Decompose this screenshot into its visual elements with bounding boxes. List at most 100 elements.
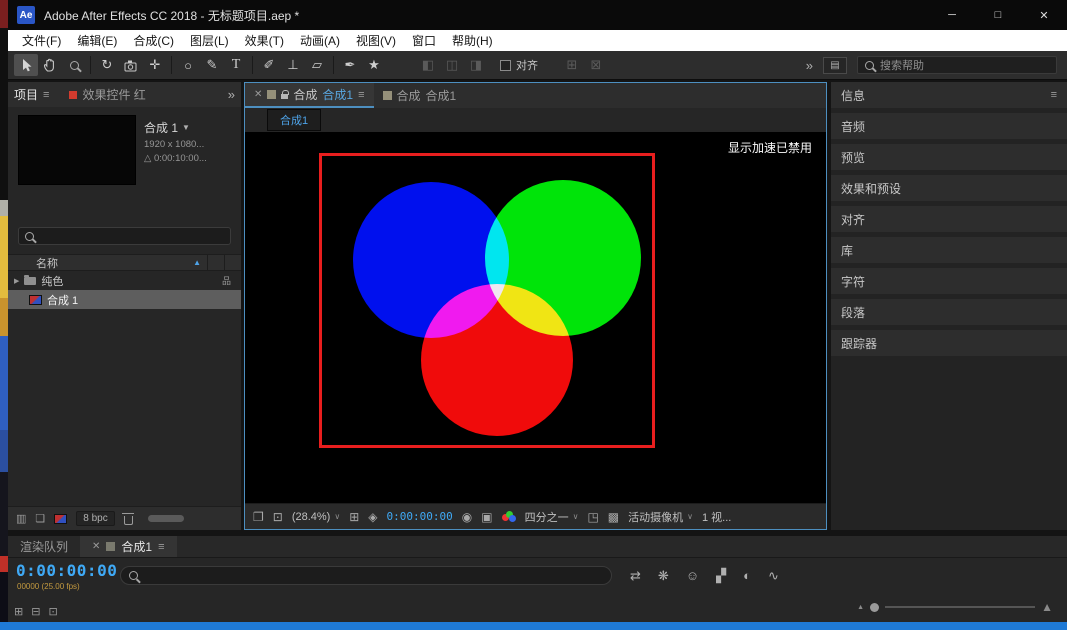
comp-viewer-tab-secondary[interactable]: 合成 合成1	[374, 83, 466, 108]
panel-tab-audio[interactable]: 音频	[831, 113, 1067, 139]
graph-editor-icon[interactable]: ∿	[768, 568, 779, 584]
snap-option-icon-2[interactable]: ⊠	[584, 54, 608, 76]
panel-tab-info[interactable]: 信息 ≡	[831, 82, 1067, 108]
comp-viewer-tab-active[interactable]: ✕ 合成 合成1 ≡	[245, 83, 374, 108]
lock-icon[interactable]	[281, 90, 290, 99]
brush-tool[interactable]: ✐	[257, 54, 281, 76]
draft-3d-icon[interactable]: ❋	[658, 568, 669, 584]
menu-item-animation[interactable]: 动画(A)	[292, 32, 348, 49]
panel-tab-preview[interactable]: 预览	[831, 144, 1067, 170]
world-axis-mode-icon[interactable]: ◫	[440, 54, 464, 76]
panel-menu-icon[interactable]: ≡	[43, 89, 49, 101]
menu-item-view[interactable]: 视图(V)	[348, 32, 404, 49]
always-preview-icon[interactable]: ❐	[253, 510, 264, 524]
panel-tab-character[interactable]: 字符	[831, 268, 1067, 294]
project-table-header[interactable]: 名称 ▲	[8, 254, 241, 271]
comp-current-time[interactable]: 0:00:00:00	[387, 510, 453, 523]
snapshot-icon[interactable]: ◉	[462, 510, 472, 524]
menu-item-layer[interactable]: 图层(L)	[182, 32, 237, 49]
expand-transfer-controls-icon[interactable]: ⊟	[31, 605, 40, 618]
current-time-display[interactable]: 0:00:00:00	[16, 561, 117, 580]
transparency-grid-icon[interactable]: ▩	[608, 510, 619, 524]
show-snapshot-icon[interactable]: ▣	[481, 510, 492, 524]
close-button[interactable]: ✕	[1021, 0, 1067, 30]
menu-item-help[interactable]: 帮助(H)	[444, 32, 501, 49]
panel-tab-align[interactable]: 对齐	[831, 206, 1067, 232]
close-icon[interactable]: ✕	[92, 541, 100, 552]
shape-tool[interactable]: ○	[176, 54, 200, 76]
snap-option-icon-1[interactable]: ⊞	[560, 54, 584, 76]
view-layout-dropdown[interactable]: 1 视...	[702, 509, 731, 525]
panel-tab-effects-presets[interactable]: 效果和预设	[831, 175, 1067, 201]
tab-render-queue[interactable]: 渲染队列	[8, 536, 80, 557]
preview-comp-selector[interactable]: 合成 1 ▼	[144, 119, 207, 136]
show-channel-icon[interactable]	[501, 510, 516, 523]
maximize-button[interactable]: □	[975, 0, 1021, 30]
close-icon[interactable]: ✕	[254, 89, 262, 100]
zoom-slider-track[interactable]	[885, 606, 1036, 608]
expand-arrow-icon[interactable]: ▶	[14, 277, 19, 285]
toolbar-overflow-chevron[interactable]: »	[806, 58, 813, 73]
roto-brush-tool[interactable]: ✒	[338, 54, 362, 76]
roi-icon[interactable]: ◳	[587, 510, 598, 524]
frame-blend-icon[interactable]: ▞	[716, 568, 726, 584]
expand-layer-switches-icon[interactable]: ⊞	[14, 605, 23, 618]
project-search-field[interactable]	[18, 227, 231, 245]
local-axis-mode-icon[interactable]: ◧	[416, 54, 440, 76]
hand-tool[interactable]	[38, 54, 62, 76]
timeline-search-field[interactable]	[120, 566, 612, 585]
panel-tab-tracker[interactable]: 跟踪器	[831, 330, 1067, 356]
menu-item-edit[interactable]: 编辑(E)	[69, 32, 125, 49]
snap-checkbox[interactable]	[500, 59, 511, 71]
interpret-footage-icon[interactable]: ▥	[16, 512, 26, 525]
project-bit-depth-button[interactable]: 8 bpc	[76, 511, 115, 526]
panel-tab-paragraph[interactable]: 段落	[831, 299, 1067, 325]
minimize-button[interactable]: ─	[929, 0, 975, 30]
mask-visibility-icon[interactable]: ◈	[368, 510, 377, 524]
project-row-comp1[interactable]: 合成 1	[8, 290, 241, 309]
workspace-icon[interactable]: ▤	[823, 56, 847, 74]
project-row-solids[interactable]: ▶ 纯色 品	[8, 271, 241, 290]
unified-camera-tool[interactable]	[119, 54, 143, 76]
pan-behind-tool[interactable]: ✛	[143, 54, 167, 76]
zoom-tool[interactable]	[62, 54, 86, 76]
resolution-dropdown[interactable]: 四分之一 ∨	[525, 509, 579, 525]
panel-menu-icon[interactable]: ≡	[1051, 89, 1057, 101]
menu-item-window[interactable]: 窗口	[404, 32, 444, 49]
panel-overflow-chevron[interactable]: »	[228, 87, 235, 102]
motion-blur-icon[interactable]: ◐	[743, 568, 751, 584]
view-axis-mode-icon[interactable]: ◨	[464, 54, 488, 76]
shy-icon[interactable]: ☺	[686, 568, 699, 584]
clone-stamp-tool[interactable]: ⊥	[281, 54, 305, 76]
rotate-tool[interactable]: ↻	[95, 54, 119, 76]
selection-tool[interactable]	[14, 54, 38, 76]
type-tool[interactable]: T	[224, 54, 248, 76]
tab-effect-controls[interactable]: 效果控件 红	[82, 86, 145, 103]
eraser-tool[interactable]: ▱	[305, 54, 329, 76]
primary-viewer-icon[interactable]: ⊡	[273, 510, 283, 524]
new-folder-icon[interactable]: ❏	[35, 512, 45, 525]
grid-options-icon[interactable]: ⊞	[349, 510, 359, 524]
composition-viewport[interactable]: 显示加速已禁用	[245, 132, 826, 503]
zoom-slider-knob[interactable]	[870, 602, 880, 612]
comp-breadcrumb[interactable]: 合成1	[267, 109, 322, 131]
zoom-out-mountain-icon[interactable]: ▲	[857, 604, 864, 611]
menu-item-composition[interactable]: 合成(C)	[125, 32, 182, 49]
menu-item-file[interactable]: 文件(F)	[14, 32, 69, 49]
panel-tab-libraries[interactable]: 库	[831, 237, 1067, 263]
panel-menu-icon[interactable]: ≡	[158, 541, 164, 553]
magnification-dropdown[interactable]: (28.4%) ∨	[292, 511, 340, 523]
expand-inout-icon[interactable]: ⊡	[48, 605, 57, 618]
help-search-field[interactable]: 搜索帮助	[857, 56, 1057, 74]
pen-tool[interactable]: ✎	[200, 54, 224, 76]
new-composition-icon[interactable]	[54, 513, 68, 524]
comp-flowchart-icon[interactable]: ⇄	[630, 568, 641, 584]
tab-timeline-comp1[interactable]: ✕ 合成1 ≡	[80, 536, 177, 557]
panel-menu-icon[interactable]: ≡	[358, 89, 364, 101]
trash-icon[interactable]	[122, 512, 135, 525]
camera-dropdown[interactable]: 活动摄像机 ∨	[628, 509, 693, 525]
puppet-pin-tool[interactable]: ★	[362, 54, 386, 76]
zoom-in-mountain-icon[interactable]: ▲	[1041, 600, 1053, 614]
scrollbar-thumb[interactable]	[147, 515, 184, 522]
menu-item-effect[interactable]: 效果(T)	[237, 32, 292, 49]
